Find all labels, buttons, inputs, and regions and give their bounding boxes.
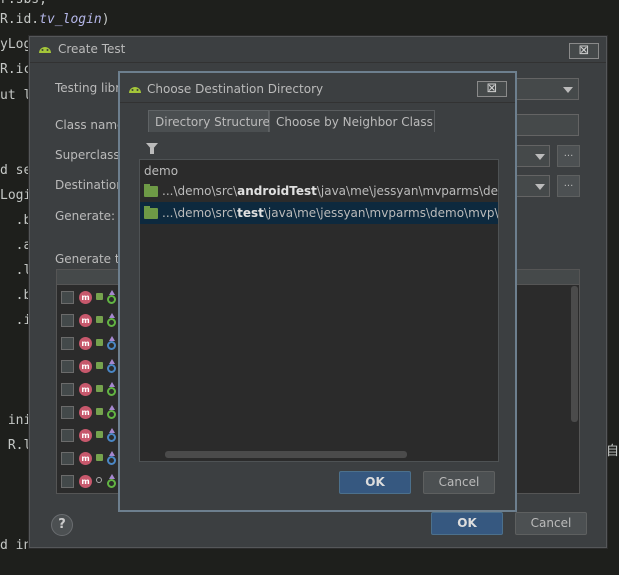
code-line: .b: [0, 213, 32, 228]
method-icon: m: [79, 429, 92, 442]
folder-icon: [144, 184, 158, 197]
key-icon: [96, 477, 102, 483]
chevron-down-icon: [535, 154, 545, 160]
row-checkbox[interactable]: [61, 360, 74, 373]
choose-destination-title: Choose Destination Directory: [147, 82, 324, 96]
code-line: R.ic: [0, 62, 32, 77]
method-icon: m: [79, 406, 92, 419]
generate-label: Generate:: [55, 209, 116, 223]
code-line: ini: [0, 413, 32, 428]
lock-icon: [96, 385, 103, 392]
code-line: d in: [0, 538, 32, 553]
lock-icon: [96, 454, 103, 461]
android-icon: [129, 87, 141, 93]
override-icon: [107, 313, 116, 328]
tree-root-label[interactable]: demo: [144, 164, 178, 178]
method-icon: m: [79, 314, 92, 327]
override-icon: [107, 428, 116, 443]
row-checkbox[interactable]: [61, 406, 74, 419]
row-checkbox[interactable]: [61, 383, 74, 396]
class-name-label: Class name: [55, 118, 125, 132]
code-line: .i: [0, 313, 32, 328]
code-line: .b: [0, 288, 32, 303]
superclass-label: Superclass: [55, 148, 120, 162]
chevron-down-icon: [535, 184, 545, 190]
override-icon: [107, 359, 116, 374]
choose-destination-panel: Directory Structure Choose by Neighbor C…: [126, 103, 511, 502]
row-checkbox[interactable]: [61, 475, 74, 488]
method-icon: m: [79, 452, 92, 465]
override-icon: [107, 382, 116, 397]
close-button[interactable]: ⊠: [477, 81, 507, 97]
generate-test-methods-label: Generate t: [55, 252, 120, 266]
create-test-title: Create Test: [58, 42, 126, 56]
close-button[interactable]: ⊠: [569, 43, 599, 59]
destination-browse-button[interactable]: ...: [557, 175, 580, 197]
row-checkbox[interactable]: [61, 314, 74, 327]
lock-icon: [96, 362, 103, 369]
method-icon: m: [79, 383, 92, 396]
code-line: R.id.tv_login): [0, 12, 110, 27]
row-checkbox[interactable]: [61, 429, 74, 442]
method-icon: m: [79, 291, 92, 304]
tab-choose-by-neighbor-class[interactable]: Choose by Neighbor Class: [269, 110, 435, 132]
method-icon: m: [79, 337, 92, 350]
filter-icon[interactable]: [146, 143, 158, 154]
horizontal-scrollbar[interactable]: [165, 451, 407, 458]
lock-icon: [96, 431, 103, 438]
tree-item-path: ...\demo\src\androidTest\java\me\jessyan…: [162, 184, 499, 198]
create-test-titlebar: Create Test ⊠: [30, 37, 606, 63]
vertical-scrollbar[interactable]: [571, 286, 578, 422]
code-line: .l: [0, 263, 32, 278]
android-icon: [39, 47, 51, 53]
override-icon: [107, 451, 116, 466]
help-button[interactable]: ?: [51, 514, 73, 536]
superclass-browse-button[interactable]: ...: [557, 145, 580, 167]
tree-item-test[interactable]: ...\demo\src\test\java\me\jessyan\mvparm…: [140, 202, 498, 224]
choose-destination-titlebar: Choose Destination Directory ⊠: [120, 73, 515, 103]
tree-item-androidtest[interactable]: ...\demo\src\androidTest\java\me\jessyan…: [140, 180, 498, 202]
cancel-button[interactable]: Cancel: [515, 512, 587, 535]
choose-destination-dialog: Choose Destination Directory ⊠ Directory…: [118, 71, 517, 512]
tab-directory-structure[interactable]: Directory Structure: [148, 110, 270, 132]
row-checkbox[interactable]: [61, 337, 74, 350]
code-fragment: 自: [606, 444, 619, 459]
testing-library-label: Testing libr: [55, 81, 121, 95]
code-line: d se: [0, 163, 32, 178]
row-checkbox[interactable]: [61, 291, 74, 304]
method-icon: m: [79, 475, 92, 488]
lock-icon: [96, 316, 103, 323]
tree-item-path: ...\demo\src\test\java\me\jessyan\mvparm…: [162, 206, 499, 220]
code-line: r.sbs,: [0, 0, 47, 7]
code-line: yLog: [0, 37, 32, 52]
method-icon: m: [79, 360, 92, 373]
override-icon: [107, 474, 116, 489]
row-checkbox[interactable]: [61, 452, 74, 465]
lock-icon: [96, 293, 103, 300]
cancel-button[interactable]: Cancel: [423, 471, 495, 494]
code-line: Logi: [0, 188, 32, 203]
code-line: ut l: [0, 88, 32, 103]
lock-icon: [96, 339, 103, 346]
chevron-down-icon: [563, 87, 573, 93]
code-line: R.l: [0, 438, 32, 453]
code-line: .a: [0, 238, 32, 253]
directory-tree: demo ...\demo\src\androidTest\java\me\je…: [139, 159, 499, 462]
override-icon: [107, 336, 116, 351]
override-icon: [107, 405, 116, 420]
ok-button[interactable]: OK: [431, 512, 503, 535]
lock-icon: [96, 408, 103, 415]
ok-button[interactable]: OK: [339, 471, 411, 494]
folder-icon: [144, 206, 158, 219]
destination-label: Destination: [55, 178, 124, 192]
override-icon: [107, 290, 116, 305]
